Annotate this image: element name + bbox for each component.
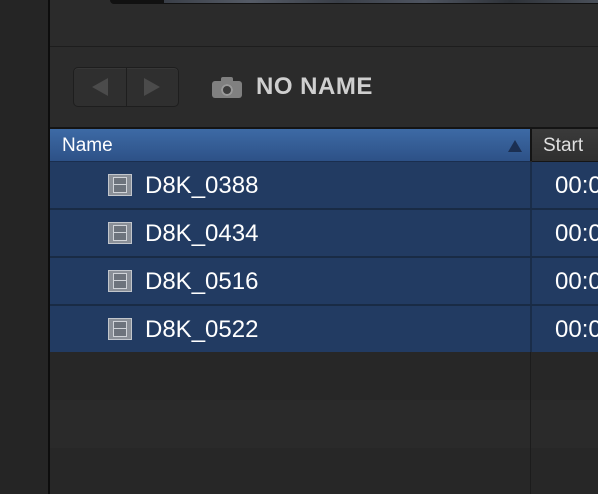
name-cell: D8K_0516 <box>50 258 530 304</box>
start-cell: 00:0 <box>532 210 598 256</box>
column-header-row: Name Start <box>50 129 598 162</box>
clip-list: D8K_0388 00:0 D8K_0434 00:0 D8K_0516 00:… <box>50 162 598 354</box>
video-clip-icon <box>108 318 132 340</box>
forward-button[interactable] <box>125 68 179 106</box>
back-button[interactable] <box>74 68 126 106</box>
start-column-label: Start <box>543 135 584 156</box>
start-cell: 00:0 <box>532 306 598 352</box>
table-row[interactable]: D8K_0522 00:0 <box>50 306 598 354</box>
video-clip-icon <box>108 270 132 292</box>
browser-toolbar: NO NAME <box>50 47 598 127</box>
start-cell: 00:0 <box>532 162 598 208</box>
left-panel <box>0 0 48 494</box>
empty-row-stripe <box>50 400 598 448</box>
sort-ascending-icon <box>508 140 522 152</box>
video-clip-icon <box>108 174 132 196</box>
start-timecode: 00:0 <box>555 172 598 199</box>
chevron-right-icon <box>144 78 161 96</box>
clip-name: D8K_0516 <box>145 268 259 295</box>
start-column-header[interactable]: Start <box>532 129 598 162</box>
chevron-left-icon <box>91 78 108 96</box>
start-cell: 00:0 <box>532 258 598 304</box>
history-nav <box>73 67 179 107</box>
table-row[interactable]: D8K_0388 00:0 <box>50 162 598 210</box>
start-timecode: 00:0 <box>555 220 598 247</box>
name-column-label: Name <box>62 135 113 156</box>
start-timecode: 00:0 <box>555 316 598 343</box>
name-cell: D8K_0522 <box>50 306 530 352</box>
clip-name: D8K_0388 <box>145 172 259 199</box>
clip-name: D8K_0522 <box>145 316 259 343</box>
name-column-header[interactable]: Name <box>50 129 530 162</box>
browser-window: NO NAME Name Start D8K_0388 00:0 D8K_043… <box>0 0 598 494</box>
empty-list-area[interactable] <box>50 352 598 494</box>
preview-strip <box>50 0 598 47</box>
event-title: NO NAME <box>212 73 373 101</box>
name-cell: D8K_0434 <box>50 210 530 256</box>
column-divider <box>530 352 531 494</box>
start-timecode: 00:0 <box>555 268 598 295</box>
table-row[interactable]: D8K_0434 00:0 <box>50 210 598 258</box>
table-row[interactable]: D8K_0516 00:0 <box>50 258 598 306</box>
clip-name: D8K_0434 <box>145 220 259 247</box>
name-cell: D8K_0388 <box>50 162 530 208</box>
video-clip-icon <box>108 222 132 244</box>
event-name: NO NAME <box>256 73 373 100</box>
filmstrip-thumbnails <box>164 0 598 3</box>
camera-icon <box>212 76 242 98</box>
